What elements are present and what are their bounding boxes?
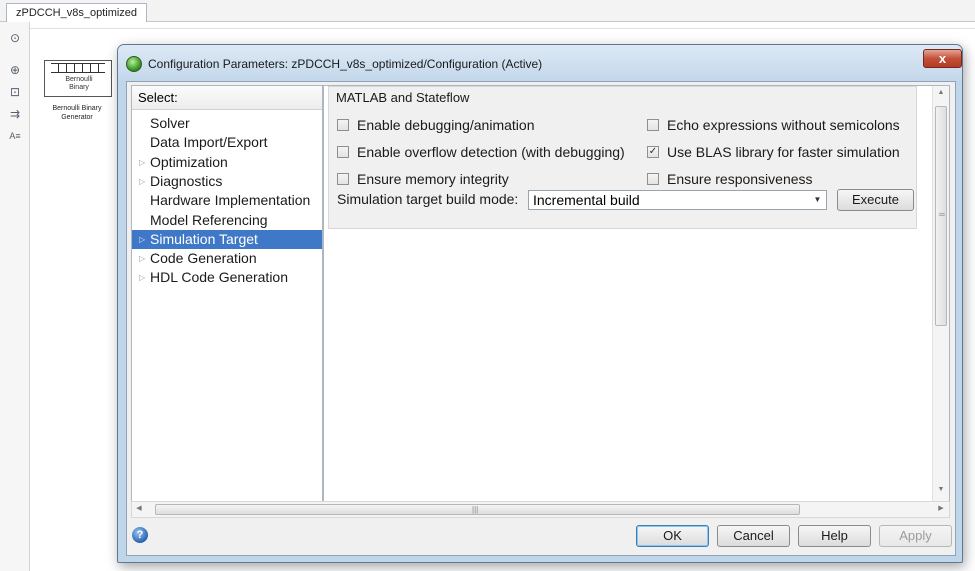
tree-item-label: Data Import/Export [150,134,268,151]
tree-item-model-referencing[interactable]: Model Referencing [132,211,322,230]
tree-item-optimization[interactable]: ▷ Optimization [132,153,322,172]
option-label: Enable overflow detection (with debuggin… [357,144,625,160]
block-text-line2: Binary [69,84,89,91]
tree-item-simulation-target[interactable]: ▷ Simulation Target [132,229,322,249]
block-text-line1: Bernoulli [65,76,93,83]
editor-toolbar: ⊙ ⊕ ⊡ ⇉ A≡ [0,22,30,571]
hide-palette-icon[interactable]: ⊙ [7,30,23,46]
echo-expressions-checkbox[interactable] [647,119,659,131]
zoom-icon[interactable]: ⊕ [7,62,23,78]
scroll-up-icon[interactable]: ▲ [933,89,949,96]
matlab-stateflow-group: MATLAB and Stateflow Enable debugging/an… [328,86,917,229]
scroll-down-icon[interactable]: ▼ [933,486,949,493]
tree-item-label: Optimization [150,153,228,170]
help-icon[interactable]: ? [132,527,148,543]
build-mode-dropdown[interactable]: Incremental build ▼ [528,190,827,210]
tree-item-label: Diagnostics [150,172,223,189]
expand-arrow-icon[interactable]: ▷ [139,153,145,172]
grip-icon: ||| [472,505,479,514]
overflow-detection-checkbox[interactable] [337,146,349,158]
annotation-icon[interactable]: A≡ [7,128,23,144]
dialog-title-bar[interactable]: Configuration Parameters: zPDCCH_v8s_opt… [118,45,962,81]
scroll-left-icon[interactable]: ◀ [132,504,146,512]
fit-to-view-icon[interactable]: ⊡ [7,84,23,100]
tree-item-diagnostics[interactable]: ▷ Diagnostics [132,172,322,191]
tree-item-label: Hardware Implementation [150,192,311,209]
model-tab[interactable]: zPDCCH_v8s_optimized [6,3,148,22]
option-label: Use BLAS library for faster simulation [667,144,900,160]
block-caption: Bernoulli Binary Generator [36,104,118,122]
tree-item-label: Model Referencing [150,211,268,228]
use-blas-checkbox[interactable]: ✓ [647,146,659,158]
vertical-scrollbar[interactable]: ▲ ═ ▼ [932,86,949,501]
pulse-wave-icon [51,63,105,73]
option-label: Ensure responsiveness [667,171,813,187]
expand-arrow-icon[interactable]: ▷ [139,172,145,191]
execute-button[interactable]: Execute [837,189,914,211]
group-title: MATLAB and Stateflow [336,90,470,105]
block-caption-line1: Bernoulli Binary [52,105,102,112]
tree-item-label: Simulation Target [150,230,258,247]
tree-item-label: HDL Code Generation [150,269,289,286]
bernoulli-binary-block[interactable]: Bernoulli Binary [44,60,112,97]
simulink-app-icon [126,56,142,72]
tree-header: Select: [132,86,322,110]
expand-arrow-icon[interactable]: ▷ [139,230,145,249]
scroll-right-icon[interactable]: ▶ [934,504,948,512]
tree-item-label: Code Generation [150,250,257,267]
grip-icon: ═ [939,210,945,219]
tree-item-data-import-export[interactable]: Data Import/Export [132,133,322,152]
build-mode-value: Incremental build [533,192,640,208]
option-label: Echo expressions without semicolons [667,117,900,133]
option-label: Enable debugging/animation [357,117,535,133]
enable-debugging-checkbox[interactable] [337,119,349,131]
block-caption-line2: Generator [61,114,93,121]
category-tree: Select: Solver Data Import/Export ▷ Optimiz… [131,85,323,502]
memory-integrity-checkbox[interactable] [337,173,349,185]
apply-button[interactable]: Apply [879,525,952,547]
expand-arrow-icon[interactable]: ▷ [139,249,145,268]
build-mode-label: Simulation target build mode: [337,191,519,207]
horizontal-scroll-thumb[interactable]: ||| [155,504,800,515]
horizontal-scrollbar[interactable]: ◀ ||| ▶ [131,501,950,518]
vertical-scroll-thumb[interactable]: ═ [935,106,947,326]
configuration-parameters-dialog: Configuration Parameters: zPDCCH_v8s_opt… [117,44,963,563]
tree-item-hdl-code-generation[interactable]: ▷ HDL Code Generation [132,268,322,287]
dialog-client-area: Select: Solver Data Import/Export ▷ Optimiz… [126,81,956,556]
settings-pane: MATLAB and Stateflow Enable debugging/an… [323,85,950,502]
help-button[interactable]: Help [798,525,871,547]
responsiveness-checkbox[interactable] [647,173,659,185]
expand-arrow-icon[interactable]: ▷ [139,268,145,287]
model-tab-bar: zPDCCH_v8s_optimized [0,0,975,22]
tree-item-code-generation[interactable]: ▷ Code Generation [132,249,322,268]
arrow-icon[interactable]: ⇉ [7,106,23,122]
ok-button[interactable]: OK [636,525,709,547]
tree-item-hardware-implementation[interactable]: Hardware Implementation [132,191,322,210]
tree-item-solver[interactable]: Solver [132,114,322,133]
option-label: Ensure memory integrity [357,171,509,187]
dialog-title: Configuration Parameters: zPDCCH_v8s_opt… [148,57,543,71]
cancel-button[interactable]: Cancel [717,525,790,547]
close-button[interactable]: x [923,49,962,68]
chevron-down-icon[interactable]: ▼ [809,191,826,209]
tree-item-label: Solver [150,115,190,131]
canvas-divider [30,28,975,29]
